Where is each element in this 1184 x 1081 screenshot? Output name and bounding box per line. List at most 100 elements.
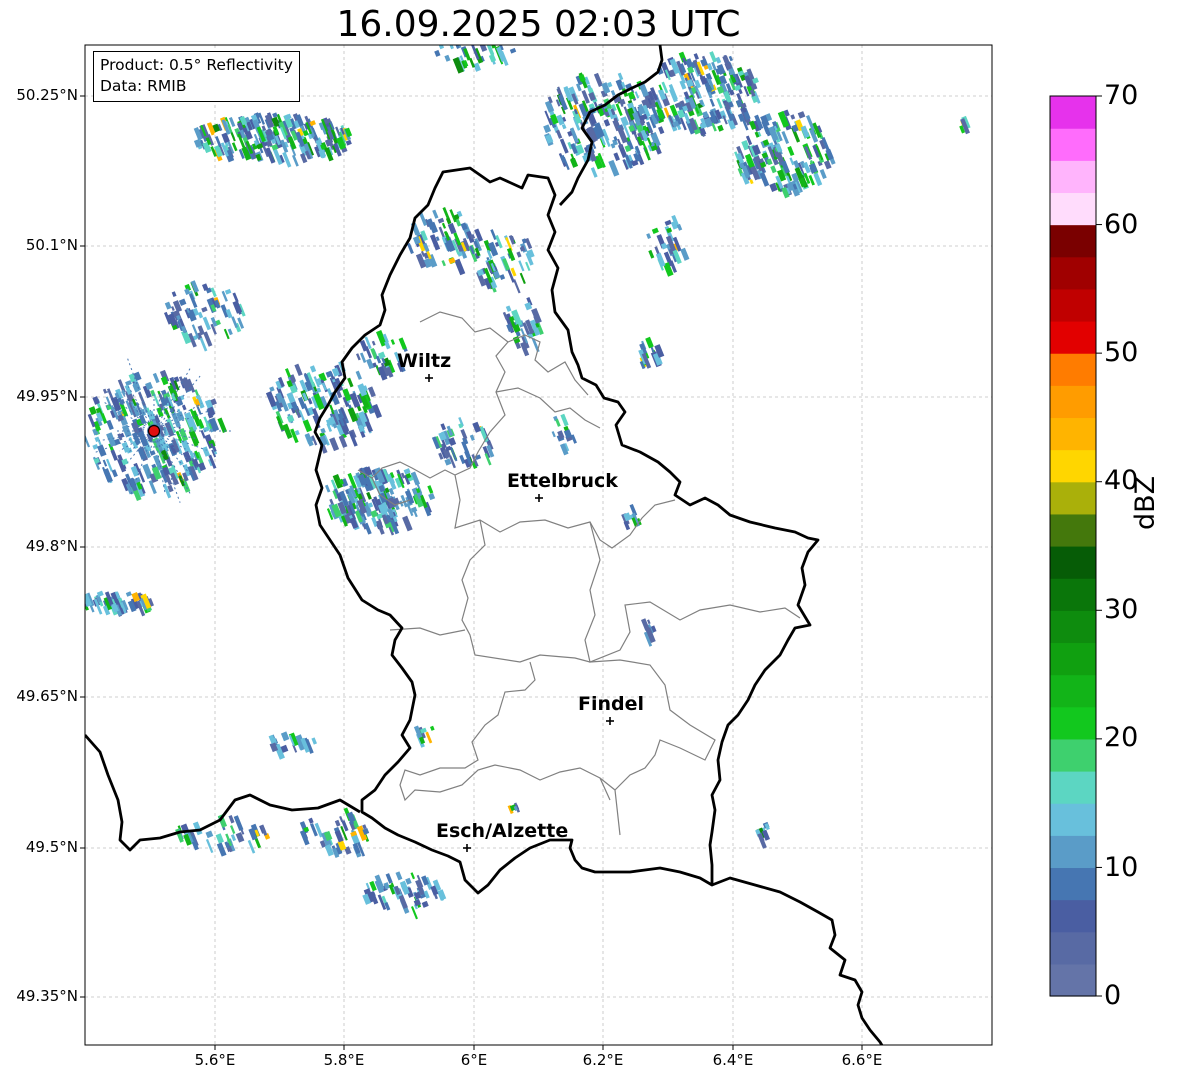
colorbar-segment bbox=[1050, 192, 1096, 226]
grid-lines bbox=[85, 45, 992, 1045]
echo-cell bbox=[437, 217, 445, 224]
colorbar-tick-label: 30 bbox=[1104, 594, 1139, 625]
echo-cell bbox=[429, 234, 441, 251]
lon-tick-label: 5.8°E bbox=[323, 1051, 365, 1069]
echo-cell bbox=[716, 97, 723, 109]
echo-cell bbox=[518, 260, 525, 272]
echo-cell bbox=[787, 146, 795, 157]
colorbar-tick-label: 10 bbox=[1104, 852, 1139, 883]
colorbar-segment bbox=[1050, 835, 1096, 869]
echo-cell bbox=[308, 817, 314, 824]
echo-cell bbox=[603, 119, 611, 127]
echo-cell bbox=[655, 252, 666, 268]
echo-cell bbox=[646, 233, 652, 239]
echo-cell bbox=[230, 834, 237, 842]
colorbar-segment bbox=[1050, 256, 1096, 290]
echo-cell bbox=[320, 427, 326, 434]
echo-cell bbox=[823, 160, 832, 170]
echo-cell bbox=[441, 222, 447, 229]
radar-site-marker bbox=[147, 424, 161, 438]
echo-cell bbox=[365, 882, 371, 890]
echo-cell bbox=[509, 47, 517, 54]
colorbar-tick-label: 70 bbox=[1104, 80, 1139, 111]
echo-cell bbox=[180, 438, 192, 454]
echo-cell bbox=[428, 492, 436, 501]
echo-cell bbox=[488, 54, 497, 63]
echo-cell bbox=[410, 872, 416, 880]
echo-cell bbox=[215, 833, 224, 844]
echo-cell bbox=[106, 419, 114, 431]
echo-cell bbox=[395, 871, 403, 881]
echo-cell bbox=[292, 154, 299, 167]
echo-cell bbox=[651, 227, 659, 235]
echo-cell bbox=[272, 112, 278, 118]
echo-cell bbox=[205, 838, 214, 854]
echo-cell bbox=[610, 89, 616, 96]
echo-cell bbox=[339, 815, 344, 823]
echo-cell bbox=[634, 91, 640, 99]
echo-cell bbox=[561, 123, 567, 130]
echo-cell bbox=[613, 152, 620, 161]
echo-cell bbox=[230, 825, 236, 834]
echo-cell bbox=[819, 169, 827, 180]
echo-cell bbox=[231, 316, 239, 329]
echo-cell bbox=[728, 55, 733, 62]
echo-cell bbox=[329, 437, 340, 452]
echo-cell bbox=[402, 515, 413, 532]
echo-cell bbox=[88, 406, 97, 416]
echo-cell bbox=[664, 219, 672, 226]
lon-tick-label: 6.4°E bbox=[712, 1051, 754, 1069]
echo-cell bbox=[334, 830, 344, 843]
echo-cell bbox=[495, 235, 503, 249]
echo-cell bbox=[280, 731, 290, 742]
country-borders bbox=[85, 45, 884, 1045]
colorbar-segment bbox=[1050, 417, 1096, 451]
colorbar-segment bbox=[1050, 674, 1096, 708]
city-label-esch-alzette: Esch/Alzette bbox=[436, 820, 569, 842]
echo-cell bbox=[516, 251, 522, 258]
data-source-label: Data: RMIB bbox=[100, 77, 187, 95]
echo-cell bbox=[181, 404, 187, 411]
colorbar-segment bbox=[1050, 963, 1096, 997]
echo-cell bbox=[770, 165, 777, 174]
canton-border bbox=[584, 521, 801, 663]
echo-cell bbox=[459, 454, 466, 465]
city-label-findel: Findel bbox=[578, 693, 645, 715]
canton-border bbox=[507, 334, 589, 396]
echo-cell bbox=[430, 725, 435, 731]
echo-cell bbox=[325, 484, 331, 493]
echo-cell bbox=[224, 288, 232, 295]
lat-tick-label: 49.5°N bbox=[25, 838, 78, 856]
colorbar-segment bbox=[1050, 385, 1096, 419]
lat-tick-label: 49.65°N bbox=[16, 687, 78, 705]
echo-cell bbox=[202, 446, 211, 457]
echo-cell bbox=[349, 392, 361, 408]
lat-tick-label: 50.25°N bbox=[16, 86, 78, 104]
colorbar-segment bbox=[1050, 224, 1096, 258]
colorbar-segment bbox=[1050, 706, 1096, 740]
echo-cell bbox=[560, 413, 569, 427]
echo-cell bbox=[490, 229, 497, 241]
echo-cell bbox=[85, 434, 91, 448]
lon-tick-label: 6.2°E bbox=[582, 1051, 624, 1069]
colorbar-segment bbox=[1050, 578, 1096, 611]
colorbar-segment bbox=[1050, 931, 1096, 965]
echo-cell bbox=[125, 591, 132, 597]
echo-cell bbox=[233, 815, 244, 831]
echo-cell bbox=[227, 328, 233, 336]
echo-cell bbox=[247, 839, 256, 854]
echo-cell bbox=[76, 601, 85, 616]
echo-cell bbox=[617, 72, 624, 81]
echo-cell bbox=[96, 444, 107, 457]
echo-cell bbox=[299, 830, 310, 846]
colorbar-tick-label: 60 bbox=[1104, 209, 1139, 240]
echo-cell bbox=[302, 419, 313, 433]
colorbar-tick-label: 0 bbox=[1104, 980, 1122, 1011]
canton-borders bbox=[357, 311, 801, 836]
echo-cell bbox=[499, 274, 506, 280]
colorbar-segment bbox=[1050, 353, 1096, 386]
echo-cell bbox=[555, 418, 561, 427]
echo-cell bbox=[355, 370, 362, 380]
echo-cell bbox=[178, 298, 187, 306]
echo-cell bbox=[171, 306, 175, 311]
